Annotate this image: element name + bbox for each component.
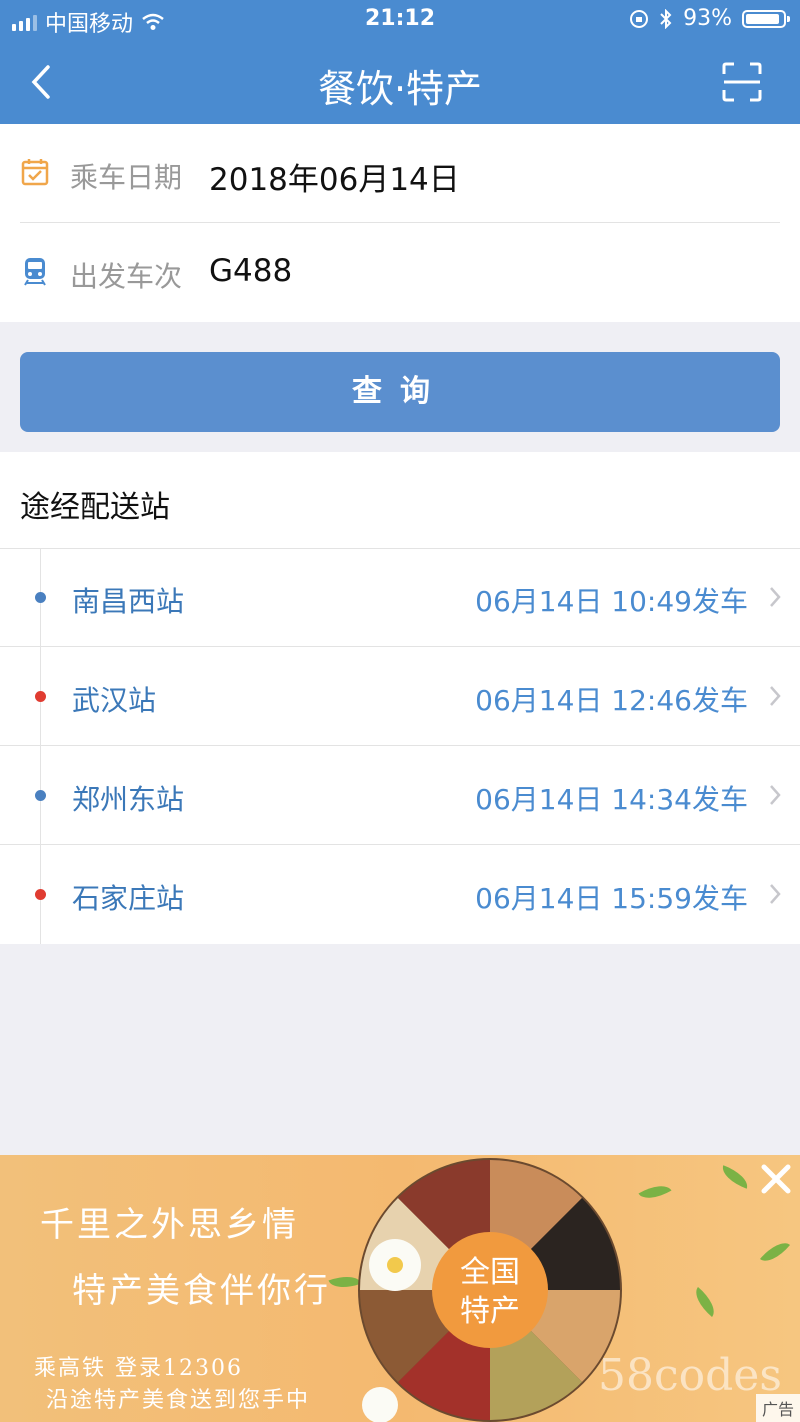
chevron-right-icon (770, 587, 781, 607)
bluetooth-icon (660, 8, 672, 29)
plate-text-1: 全国 (460, 1255, 520, 1290)
status-bar: 中国移动 21:12 93% (0, 0, 800, 40)
battery-icon (742, 9, 790, 28)
station-name: 郑州东站 (72, 783, 185, 816)
station-row[interactable]: 南昌西站 06月14日 10:49发车 (0, 549, 800, 647)
close-icon[interactable] (756, 1159, 796, 1199)
ad-banner[interactable]: 千里之外思乡情 特产美食伴你行 乘高铁 登录12306 沿途特产美食送到您手中 … (0, 1155, 800, 1422)
specialty-plate-image: 全国 特产 (358, 1158, 622, 1422)
station-row[interactable]: 郑州东站 06月14日 14:34发车 (0, 747, 800, 845)
status-right: 93% (629, 6, 790, 31)
rotation-lock-icon (630, 9, 649, 28)
departure-time: 06月14日 15:59发车 (475, 882, 748, 915)
ad-caption-2: 沿途特产美食送到您手中 (46, 1388, 311, 1413)
departure-time: 06月14日 10:49发车 (475, 585, 748, 618)
page-title: 餐饮·特产 (317, 67, 483, 111)
train-row[interactable]: 出发车次 G488 (0, 223, 800, 321)
scan-icon[interactable] (722, 62, 762, 102)
station-name: 石家庄站 (72, 882, 185, 915)
station-name: 武汉站 (72, 684, 157, 717)
station-dot (35, 592, 46, 603)
departure-time: 06月14日 12:46发车 (475, 684, 748, 717)
leaf-decoration (638, 1178, 672, 1206)
battery-percent: 93% (683, 6, 732, 31)
query-button[interactable]: 查询 (20, 352, 780, 432)
station-dot (35, 691, 46, 702)
ad-caption: 乘高铁 登录12306 (34, 1356, 243, 1381)
station-name: 南昌西站 (72, 585, 185, 618)
divider (0, 646, 800, 647)
section-title: 途经配送站 (20, 490, 170, 525)
leaf-decoration (689, 1286, 721, 1318)
leaf-decoration (759, 1236, 791, 1268)
ad-subheadline: 特产美食伴你行 (72, 1271, 331, 1311)
station-row[interactable]: 石家庄站 06月14日 15:59发车 (0, 846, 800, 944)
train-value[interactable]: G488 (209, 253, 292, 289)
query-form: 乘车日期 2018年06月14日 出发车次 G488 (0, 124, 800, 322)
divider (0, 745, 800, 746)
station-dot (35, 889, 46, 900)
plate-text-2: 特产 (460, 1294, 520, 1329)
ad-headline: 千里之外思乡情 (40, 1205, 299, 1245)
divider (0, 844, 800, 845)
chevron-right-icon (770, 884, 781, 904)
ad-label: 广告 (755, 1394, 800, 1422)
date-label: 乘车日期 (70, 161, 183, 194)
station-dot (35, 790, 46, 801)
train-icon (24, 258, 46, 286)
date-row[interactable]: 乘车日期 2018年06月14日 (0, 124, 800, 223)
station-row[interactable]: 武汉站 06月14日 12:46发车 (0, 648, 800, 746)
nav-bar: 餐饮·特产 (0, 40, 800, 124)
leaf-decoration (718, 1165, 752, 1189)
stations-section: 途经配送站 南昌西站 06月14日 10:49发车 武汉站 06月14日 12:… (0, 452, 800, 944)
chevron-right-icon (770, 686, 781, 706)
chevron-right-icon (770, 785, 781, 805)
departure-time: 06月14日 14:34发车 (475, 783, 748, 816)
watermark: 58codes (598, 1350, 782, 1401)
train-label: 出发车次 (70, 260, 183, 293)
battery-fill (746, 13, 780, 24)
date-value[interactable]: 2018年06月14日 (209, 154, 460, 199)
calendar-icon (21, 159, 49, 186)
